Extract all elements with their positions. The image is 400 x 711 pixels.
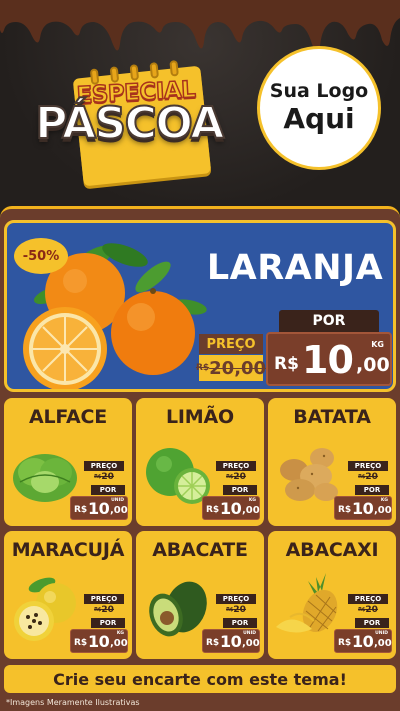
- logo-placeholder: Sua Logo Aqui: [257, 46, 381, 170]
- hero-preco-label: PREÇO: [199, 334, 263, 354]
- logo-text-line2: Aqui: [283, 102, 355, 135]
- header: ESPECIAL PÁSCOA Sua Logo Aqui: [0, 0, 400, 215]
- preco-label: PREÇO: [348, 461, 388, 471]
- por-label: POR: [355, 485, 389, 495]
- logo-text-line1: Sua Logo: [269, 80, 369, 102]
- title-pascoa: PÁSCOA: [34, 97, 225, 150]
- new-price: R$ 10 ,00 UNID: [334, 629, 392, 653]
- hero-por-label: POR: [279, 310, 379, 332]
- por-label: POR: [91, 485, 125, 495]
- product-name: LIMÃO: [166, 406, 234, 428]
- old-price: R$ 20: [94, 605, 114, 615]
- new-price: R$ 10 ,00 UNID: [202, 629, 260, 653]
- por-label: POR: [223, 485, 257, 495]
- por-label: POR: [223, 618, 257, 628]
- old-price: R$ 20: [94, 472, 114, 482]
- product-card-batata: BATATA PREÇO R$ 20 POR R$ 10 ,00 KG: [268, 398, 396, 526]
- old-price: R$ 20: [358, 472, 378, 482]
- cta-banner[interactable]: Crie seu encarte com este tema!: [4, 665, 396, 693]
- preco-label: PREÇO: [84, 594, 124, 604]
- hero-product-name: LARANJA: [206, 248, 384, 288]
- hero-old-price: R$ 20,00: [196, 355, 266, 381]
- product-name: ABACATE: [152, 539, 248, 561]
- product-card-limao: LIMÃO PREÇO R$ 20 POR R$ 10 ,00 KG: [136, 398, 264, 526]
- disclaimer-text: *Imagens Meramente Ilustrativas: [6, 698, 140, 707]
- old-price: R$ 20: [358, 605, 378, 615]
- discount-badge: -50%: [14, 238, 68, 274]
- preco-label: PREÇO: [348, 594, 388, 604]
- product-card-alface: ALFACE PREÇO R$ 20 POR R$ 10 ,00 UNID: [4, 398, 132, 526]
- new-price: R$ 10 ,00 KG: [334, 496, 392, 520]
- product-card-abacaxi: ABACAXI PREÇO R$ 20 POR R$ 10 ,00 UNID: [268, 531, 396, 659]
- product-card-maracuja: MARACUJÁ PREÇO R$ 20 POR R$ 10 ,00 KG: [4, 531, 132, 659]
- por-label: POR: [91, 618, 125, 628]
- product-name: ALFACE: [28, 406, 108, 428]
- preco-label: PREÇO: [216, 594, 256, 604]
- product-card-abacate: ABACATE PREÇO R$ 20 POR R$ 10 ,00 UNID: [136, 531, 264, 659]
- product-name: ABACAXI: [285, 539, 379, 561]
- preco-label: PREÇO: [216, 461, 256, 471]
- hero-new-price: R$ 10 ,00 KG: [266, 332, 392, 386]
- por-label: POR: [355, 618, 389, 628]
- new-price: R$ 10 ,00 KG: [202, 496, 260, 520]
- new-price: R$ 10 ,00 KG: [70, 629, 128, 653]
- old-price: R$ 20: [226, 605, 246, 615]
- preco-label: PREÇO: [84, 461, 124, 471]
- product-name: MARACUJÁ: [11, 539, 125, 561]
- old-price: R$ 20: [226, 472, 246, 482]
- new-price: R$ 10 ,00 UNID: [70, 496, 128, 520]
- product-name: BATATA: [293, 406, 371, 428]
